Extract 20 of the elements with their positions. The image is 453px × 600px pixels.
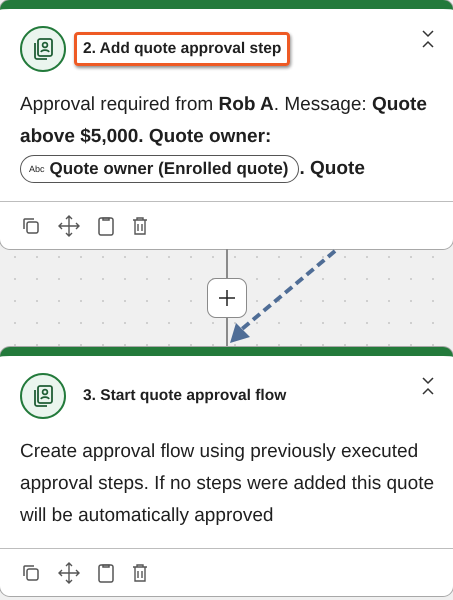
step-title: 3. Start quote approval flow (82, 386, 288, 406)
copy-icon[interactable] (22, 216, 40, 234)
collapse-icon[interactable] (421, 29, 435, 49)
description-text: Approval required from Rob A. Message: Quote above $5,000. Quote owner: (20, 94, 427, 147)
clipboard-icon[interactable] (98, 216, 114, 236)
step-title: 2. Add quote approval step (74, 32, 290, 66)
delete-icon[interactable] (132, 216, 148, 236)
document-stack-icon (32, 384, 54, 408)
description-text: Create approval flow using previously executed approval steps. If no steps were added this quote will be automatically approved (20, 441, 434, 526)
add-step-button[interactable] (207, 278, 247, 318)
plus-icon (219, 290, 235, 306)
document-stack-icon (32, 37, 54, 61)
move-icon[interactable] (58, 214, 80, 236)
description-text: . Quote (299, 158, 365, 179)
clipboard-icon[interactable] (98, 562, 114, 582)
property-token[interactable]: $^{Abc}$ Quote owner (Enrolled quote) (20, 155, 300, 183)
delete-icon[interactable] (132, 562, 148, 582)
copy-icon[interactable] (22, 564, 40, 582)
collapse-icon[interactable] (421, 376, 435, 396)
move-icon[interactable] (58, 562, 80, 584)
